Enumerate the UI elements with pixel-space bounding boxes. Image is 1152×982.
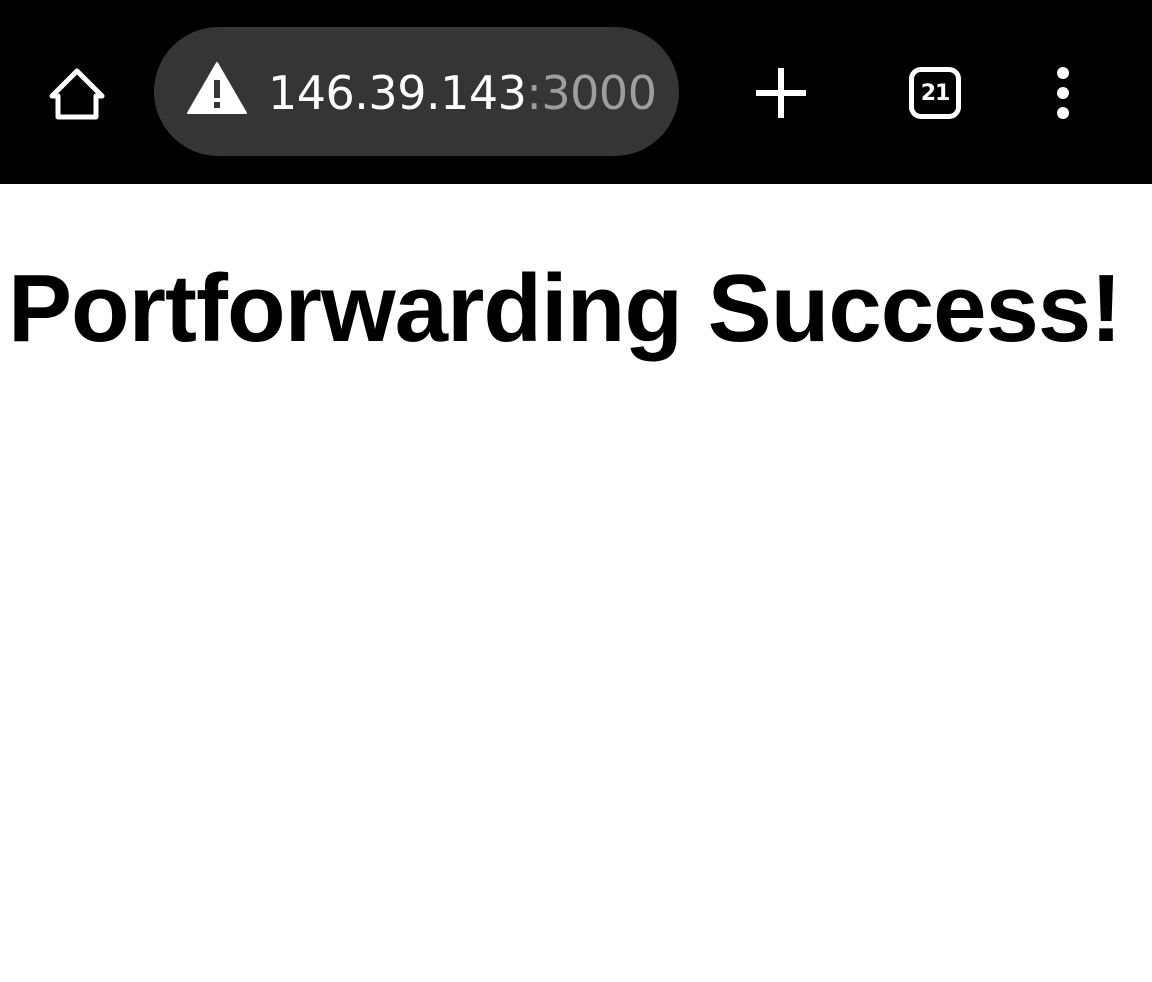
menu-button[interactable] bbox=[1026, 56, 1100, 130]
more-vert-icon bbox=[1057, 67, 1069, 119]
warning-triangle-icon[interactable] bbox=[186, 60, 248, 116]
browser-toolbar: 146.39.143:3000 21 bbox=[0, 0, 1152, 184]
url-host: 146.39.143 bbox=[268, 66, 527, 120]
url-port: :3000 bbox=[526, 66, 657, 120]
tab-count: 21 bbox=[920, 80, 951, 106]
new-tab-button[interactable] bbox=[744, 56, 818, 130]
page-content: Portforwarding Success! bbox=[0, 184, 1152, 982]
plus-icon bbox=[756, 68, 806, 118]
page-heading: Portforwarding Success! bbox=[8, 255, 1122, 362]
home-button[interactable] bbox=[40, 56, 114, 130]
url-text[interactable]: 146.39.143:3000 bbox=[268, 58, 657, 128]
tab-count-badge: 21 bbox=[909, 67, 961, 119]
tab-switcher-button[interactable]: 21 bbox=[898, 56, 972, 130]
home-icon bbox=[49, 68, 105, 120]
